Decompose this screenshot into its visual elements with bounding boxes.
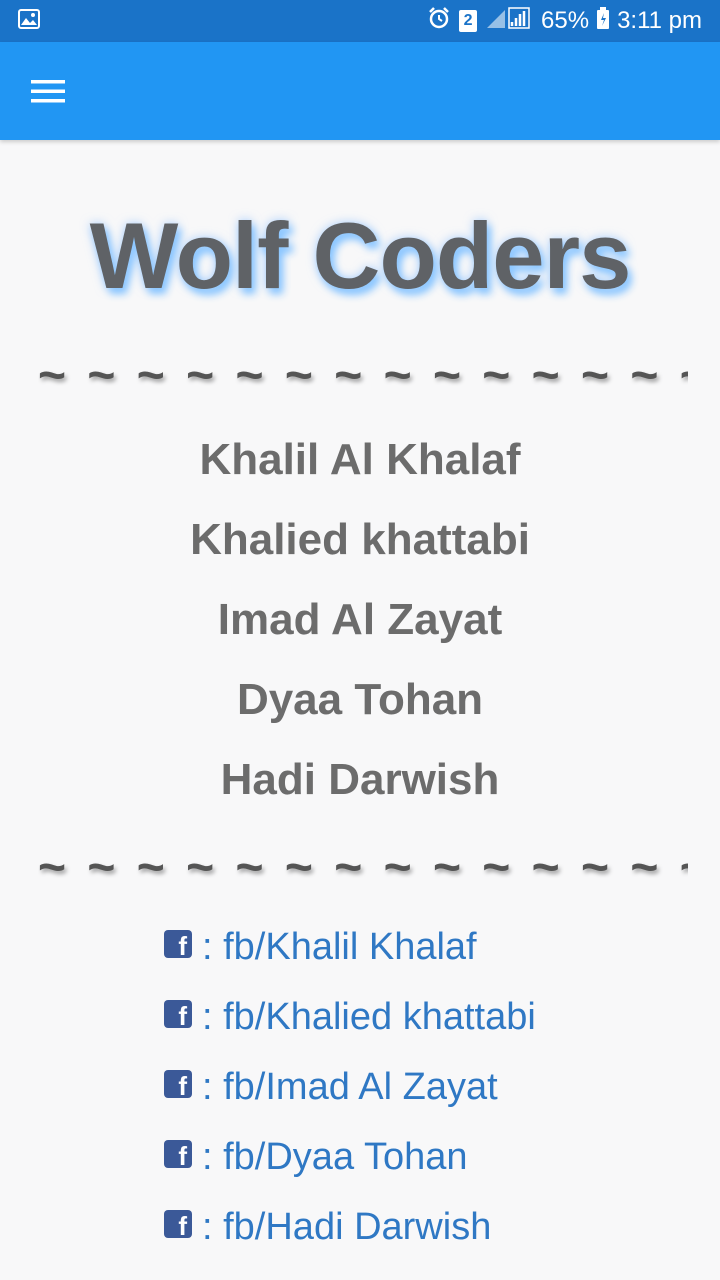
team-member-name: Hadi Darwish [220, 755, 500, 804]
facebook-icon: f [164, 1000, 192, 1028]
battery-percent: 65% [541, 7, 590, 34]
divider-top: ~ ~ ~ ~ ~ ~ ~ ~ ~ ~ ~ ~ ~ ~ ~ ~ [38, 349, 688, 402]
team-member-name: Khalil Al Khalaf [199, 435, 521, 484]
content: Wolf Coders ~ ~ ~ ~ ~ ~ ~ ~ ~ ~ ~ ~ ~ ~ … [0, 140, 720, 1280]
facebook-link[interactable]: f : fb/Khalied khattabi [164, 982, 704, 1052]
facebook-link[interactable]: f : fb/Imad Al Zayat [164, 1052, 704, 1122]
facebook-icon: f [164, 1140, 192, 1168]
facebook-link-label: : fb/Khalied khattabi [202, 995, 536, 1038]
facebook-icon: f [164, 1210, 192, 1238]
battery-icon [597, 6, 610, 36]
facebook-link[interactable]: f : fb/Dyaa Tohan [164, 1122, 704, 1192]
alarm-icon [427, 6, 451, 37]
facebook-link-label: : fb/Khalil Khalaf [202, 925, 477, 968]
facebook-link-label: : fb/Dyaa Tohan [202, 1135, 468, 1178]
team-list: Khalil Al Khalaf Khalied khattabi Imad A… [0, 430, 720, 830]
facebook-link[interactable]: f : fb/Khalil Khalaf [164, 912, 704, 982]
app-bar [0, 42, 720, 140]
team-member-name: Khalied khattabi [190, 515, 530, 564]
clock: 3:11 pm [617, 7, 702, 34]
facebook-links: f : fb/Khalil Khalaf f : fb/Khalied khat… [164, 912, 704, 1262]
hamburger-menu-icon[interactable] [18, 64, 78, 118]
gallery-icon [18, 8, 40, 34]
status-bar: 2 65% 3:11 pm [0, 0, 720, 42]
facebook-icon: f [164, 930, 192, 958]
team-member-name: Imad Al Zayat [217, 595, 503, 644]
facebook-link[interactable]: f : fb/Hadi Darwish [164, 1192, 704, 1262]
team-member-name: Dyaa Tohan [236, 675, 484, 724]
page-title: Wolf Coders [89, 203, 632, 308]
divider-bottom: ~ ~ ~ ~ ~ ~ ~ ~ ~ ~ ~ ~ ~ ~ ~ ~ [38, 841, 688, 894]
sim2-icon: 2 [459, 10, 478, 32]
facebook-icon: f [164, 1070, 192, 1098]
facebook-link-label: : fb/Imad Al Zayat [202, 1065, 498, 1108]
signal-icon [485, 6, 533, 37]
facebook-link-label: : fb/Hadi Darwish [202, 1205, 492, 1248]
